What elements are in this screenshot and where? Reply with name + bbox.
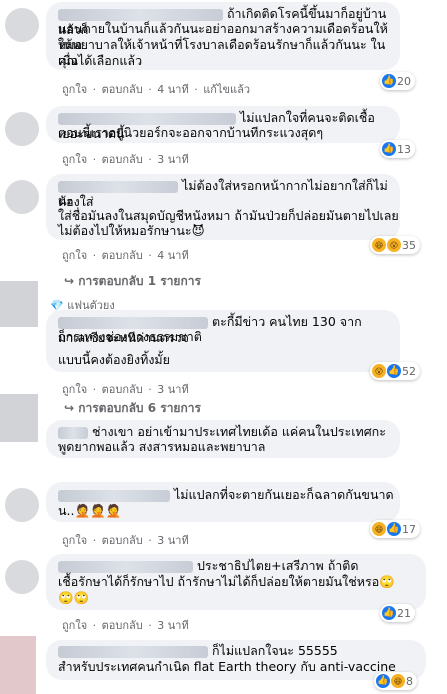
comment-text: สำหรับประเทศคนกำเนิด flat Earth theory ก… — [58, 659, 396, 674]
comment-bubble: ประชาธิปไตย+เสรีภาพ ถ้าติด เชื้อรักษาได้… — [46, 554, 426, 610]
like-icon: 👍 — [376, 674, 390, 688]
reaction-summary[interactable]: 👍 21 — [380, 604, 415, 622]
comment-text: ประชาธิปไตย+เสรีภาพ ถ้าติด — [196, 558, 359, 573]
reaction-summary[interactable]: 👍 20 — [380, 72, 415, 90]
like-icon: 👍 — [387, 364, 401, 378]
wow-icon: 😮 — [372, 364, 386, 378]
reply-button[interactable]: ตอบกลับ — [102, 383, 143, 396]
comment-bubble: ตะกี้มีข่าว คนไทย 130 จากมาเลเซียจะหนีด่… — [46, 310, 400, 372]
comment-bubble: ก็ไม่แปลกใจนะ 55555 สำหรับประเทศคนกำเนิด… — [46, 640, 426, 680]
comment-text: ไม่ต้องไปให้หมอรักษานะ😈 — [58, 223, 205, 238]
reaction-summary[interactable]: 😆 😮 35 — [370, 236, 420, 254]
comment-text: คุณได้เลือกแล้ว — [58, 53, 143, 68]
like-button[interactable]: ถูกใจ — [62, 383, 87, 396]
timestamp[interactable]: 3 นาที — [157, 153, 188, 166]
timestamp[interactable]: 3 นาที — [157, 619, 188, 632]
avatar[interactable] — [5, 488, 39, 522]
commenter-name[interactable] — [58, 560, 193, 573]
timestamp[interactable]: 4 นาที — [157, 249, 188, 262]
view-replies-link[interactable]: ↪ การตอบกลับ 1 รายการ — [64, 272, 201, 291]
commenter-name[interactable] — [58, 316, 208, 329]
commenter-name[interactable] — [58, 426, 88, 439]
avatar-placeholder — [0, 281, 38, 327]
comment-text: เชื้อรักษาได้ก็รักษาไป ถ้ารักษาไม่ได้ก็ป… — [58, 574, 395, 589]
like-icon: 👍 — [382, 142, 396, 156]
like-button[interactable]: ถูกใจ — [62, 534, 87, 547]
comment-text: นะ — [58, 193, 74, 208]
haha-icon: 😆 — [372, 522, 386, 536]
comment-text: ช่างเขา อย่าเข้ามาประเทศไทยเด้อ แค่คนในป… — [91, 424, 386, 439]
view-replies-link[interactable]: ↪ การตอบกลับ 6 รายการ — [64, 399, 201, 418]
comment-bubble: ไม่ต้องใส่หรอกหน้ากากไม่อยากใส่ก็ไม่ต้อง… — [46, 174, 400, 240]
reaction-summary[interactable]: 😆 👍 17 — [370, 520, 420, 538]
comment-bubble: ถ้าเกิดติดโรคนี้ขึ้นมาก็อยู่บ้านแล้วก็ น… — [46, 2, 400, 70]
like-button[interactable]: ถูกใจ — [62, 619, 87, 632]
like-button[interactable]: ถูกใจ — [62, 153, 87, 166]
like-button[interactable]: ถูกใจ — [62, 249, 87, 262]
avatar[interactable] — [5, 180, 39, 214]
reaction-summary[interactable]: 👍 13 — [380, 140, 415, 158]
avatar[interactable] — [5, 560, 39, 594]
avatar-placeholder — [0, 394, 38, 442]
comment-bubble: ช่างเขา อย่าเข้ามาประเทศไทยเด้อ แค่คนในป… — [46, 420, 400, 458]
commenter-name[interactable] — [58, 489, 170, 502]
commenter-name[interactable] — [58, 112, 236, 125]
comment-text: พูดยากพอแล้ว สงสารหมอและพยาบาล — [58, 439, 266, 454]
comment-text: ก็กรเทางช่องทางธรรมชาติ — [58, 329, 202, 344]
timestamp[interactable]: 3 นาที — [157, 534, 188, 547]
avatar[interactable] — [5, 8, 39, 42]
timestamp[interactable]: 4 นาที — [157, 83, 188, 96]
like-icon: 👍 — [382, 74, 396, 88]
comment-text: ใส่ชื่อมันลงในสมุดบัญชีหนังหมา ถ้ามันป่ว… — [58, 208, 399, 223]
reaction-summary[interactable]: 😮 👍 52 — [370, 362, 420, 380]
wow-icon: 😮 — [387, 238, 401, 252]
like-button[interactable]: ถูกใจ — [62, 83, 87, 96]
comment-bubble: ไม่แปลกใจที่คนจะติดเชื้อเยอะขนาดนี้ ตอนน… — [46, 106, 400, 143]
reply-button[interactable]: ตอบกลับ — [102, 153, 143, 166]
edited-label[interactable]: แก้ไขแล้ว — [203, 83, 250, 96]
reply-button[interactable]: ตอบกลับ — [102, 619, 143, 632]
comment-text: น..🤦🤦🤦 — [58, 503, 122, 518]
commenter-name[interactable] — [58, 645, 208, 658]
comment-text: ไม่แปลกที่จะตายกันเยอะก็ฉลาดกันขนาด — [173, 487, 394, 502]
reply-button[interactable]: ตอบกลับ — [102, 249, 143, 262]
haha-icon: 😆 — [372, 238, 386, 252]
commenter-name[interactable] — [58, 180, 178, 193]
reply-arrow-icon: ↪ — [64, 274, 79, 288]
like-icon: 👍 — [387, 522, 401, 536]
like-icon: 👍 — [382, 606, 396, 620]
reply-button[interactable]: ตอบกลับ — [102, 534, 143, 547]
comment-text: แบบนี้คงต้องยิงทิ้งมั้ย — [58, 352, 170, 367]
comment-text: 🙄🙄 — [58, 590, 90, 605]
commenter-name[interactable] — [58, 8, 223, 21]
reaction-summary[interactable]: 👍 😆 8 — [374, 672, 417, 690]
comment-bubble: ไม่แปลกที่จะตายกันเยอะก็ฉลาดกันขนาด น..🤦… — [46, 482, 400, 522]
reply-arrow-icon: ↪ — [64, 401, 79, 415]
avatar-placeholder — [0, 636, 36, 694]
comment-text: ก็ไม่แปลกใจนะ 55555 — [211, 643, 338, 658]
haha-icon: 😆 — [391, 674, 405, 688]
timestamp[interactable]: 3 นาที — [157, 383, 188, 396]
comment-text: ตอนนี้เราอยู่นิวยอร์กจะออกจากบ้านทีกระแว… — [58, 125, 324, 140]
avatar[interactable] — [5, 112, 39, 146]
reply-button[interactable]: ตอบกลับ — [102, 83, 143, 96]
